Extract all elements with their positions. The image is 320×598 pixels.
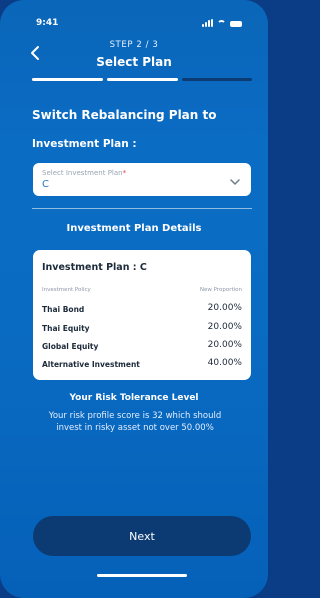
phone-screen: 9:41 STEP 2 / 3 Select Plan Switch Rebal…: [0, 0, 268, 598]
battery-icon: [230, 21, 242, 27]
col-proportion: New Proportion: [199, 287, 242, 293]
status-bar: 9:41: [0, 0, 268, 30]
chevron-down-icon: [229, 173, 241, 185]
table-row: Global Equity 20.00%: [42, 340, 242, 351]
plan-details-card: Investment Plan : C Investment Policy Ne…: [33, 250, 251, 380]
progress-segment-1: [32, 78, 103, 81]
plan-label: Investment Plan :: [32, 138, 137, 150]
divider: [32, 208, 252, 209]
details-title: Investment Plan Details: [66, 223, 202, 234]
next-button[interactable]: Next: [33, 516, 251, 556]
col-policy: Investment Policy: [42, 287, 91, 293]
table-header: Investment Policy New Proportion: [42, 287, 242, 293]
progress-segment-2: [107, 78, 178, 81]
card-title: Investment Plan : C: [42, 262, 147, 273]
risk-title: Your Risk Tolerance Level: [69, 393, 199, 403]
progress-segment-3: [182, 78, 252, 81]
step-progress: [32, 78, 252, 81]
section-heading: Switch Rebalancing Plan to: [32, 108, 217, 122]
table-row: Thai Bond 20.00%: [42, 303, 242, 314]
home-indicator: [97, 574, 187, 577]
table-row: Thai Equity 20.00%: [42, 322, 242, 333]
page-title: Select Plan: [96, 55, 172, 69]
table-row: Alternative Investment 40.00%: [42, 358, 242, 369]
status-time: 9:41: [36, 18, 59, 28]
wifi-icon: [217, 20, 226, 27]
status-icons: [202, 19, 242, 27]
investment-plan-select[interactable]: Select Investment Plan* C: [33, 163, 251, 196]
step-indicator: STEP 2 / 3: [109, 40, 159, 50]
select-value: C: [42, 179, 49, 190]
select-placeholder: Select Investment Plan*: [42, 169, 127, 177]
required-mark: *: [122, 169, 127, 177]
risk-description: Your risk profile score is 32 which shou…: [48, 411, 222, 433]
signal-icon: [202, 19, 213, 27]
